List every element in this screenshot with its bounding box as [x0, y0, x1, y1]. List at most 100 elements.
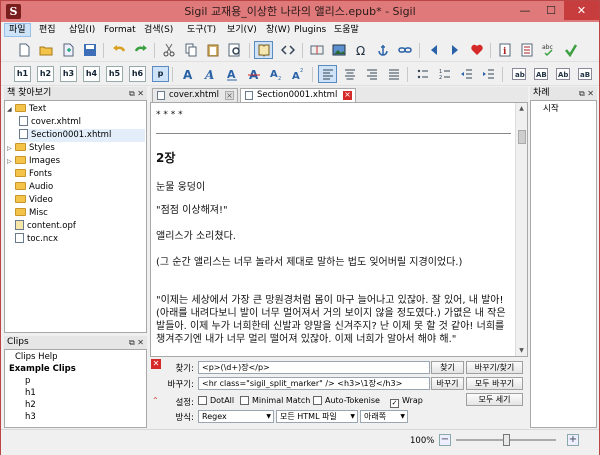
menu-tools[interactable]: 도구(T): [183, 23, 220, 37]
subscript-icon[interactable]: A2: [266, 65, 285, 83]
zoom-in-button[interactable]: +: [567, 434, 579, 446]
favorite-heart-icon[interactable]: [467, 41, 486, 59]
menu-format[interactable]: Format: [100, 23, 140, 37]
tree-item-content-opf[interactable]: content.opf: [15, 220, 76, 233]
underline-icon[interactable]: A: [222, 65, 241, 83]
indent-increase-icon[interactable]: [479, 65, 498, 83]
close-find-icon[interactable]: ✕: [151, 359, 161, 369]
menu-plugins[interactable]: Plugins: [290, 23, 330, 37]
spellcheck-icon[interactable]: abc: [539, 41, 558, 59]
add-file-icon[interactable]: [58, 41, 77, 59]
close-window-button[interactable]: ✕: [564, 1, 599, 20]
undo-icon[interactable]: [109, 41, 128, 59]
tab-close-icon[interactable]: ×: [225, 91, 234, 100]
titlecase-icon[interactable]: Ab: [553, 65, 572, 83]
validate-check-icon[interactable]: [561, 41, 580, 59]
book-view-icon[interactable]: [254, 41, 273, 59]
clip-group-example[interactable]: Example Clips: [9, 363, 76, 376]
book-view-editor[interactable]: * * * * 2장 눈물 웅덩이 "점점 이상해져!" 앨리스가 소리쳤다. …: [150, 102, 528, 357]
cut-icon[interactable]: [159, 41, 178, 59]
count-all-button[interactable]: 모두 세기: [466, 393, 523, 406]
dotall-checkbox[interactable]: DotAll: [198, 395, 234, 406]
search-mode-select[interactable]: Regex ▼: [198, 410, 274, 423]
capitalize-icon[interactable]: aB: [575, 65, 594, 83]
tree-item-misc-folder[interactable]: Misc: [7, 207, 48, 220]
collapse-chevron-icon[interactable]: ⌃: [152, 396, 159, 405]
save-icon[interactable]: [80, 41, 99, 59]
tree-item-audio-folder[interactable]: Audio: [7, 181, 53, 194]
special-char-icon[interactable]: Ω: [351, 41, 370, 59]
tree-item-toc-ncx[interactable]: toc.ncx: [15, 233, 58, 246]
tree-item-cover[interactable]: cover.xhtml: [19, 116, 81, 129]
insert-image-icon[interactable]: [329, 41, 348, 59]
toc-edit-icon[interactable]: [517, 41, 536, 59]
find-icon[interactable]: [225, 41, 244, 59]
tab-cover[interactable]: cover.xhtml ×: [152, 88, 238, 102]
heading-h5-button[interactable]: h5: [106, 66, 123, 82]
tree-item-section0001[interactable]: Section0001.xhtml: [19, 129, 145, 142]
new-file-icon[interactable]: [14, 41, 33, 59]
code-view-icon[interactable]: [278, 41, 297, 59]
next-file-icon[interactable]: [444, 41, 463, 59]
zoom-out-button[interactable]: −: [439, 434, 451, 446]
maximize-button[interactable]: ☐: [538, 1, 564, 20]
align-center-icon[interactable]: [340, 65, 359, 83]
align-justify-icon[interactable]: [384, 65, 403, 83]
align-left-icon[interactable]: [318, 65, 337, 83]
tree-item-fonts-folder[interactable]: Fonts: [7, 168, 52, 181]
align-right-icon[interactable]: [362, 65, 381, 83]
clips-controls[interactable]: ⧉ ✕: [129, 336, 144, 349]
clip-item-h3[interactable]: h3: [25, 411, 36, 424]
tree-item-images-folder[interactable]: ▷ Images: [7, 155, 60, 168]
lowercase-icon[interactable]: ab: [509, 65, 528, 83]
toc-item-start[interactable]: 시작: [543, 103, 559, 116]
tab-section0001[interactable]: Section0001.xhtml ×: [240, 88, 356, 102]
menu-file[interactable]: 파일: [4, 23, 31, 37]
bold-icon[interactable]: A: [178, 65, 197, 83]
toc-controls[interactable]: ⧉ ✕: [579, 87, 594, 100]
superscript-icon[interactable]: A2: [288, 65, 307, 83]
auto-tokenise-checkbox[interactable]: Auto-Tokenise: [313, 395, 380, 406]
heading-h1-button[interactable]: h1: [14, 66, 31, 82]
numbered-list-icon[interactable]: 12: [435, 65, 454, 83]
prev-file-icon[interactable]: [425, 41, 444, 59]
heading-h6-button[interactable]: h6: [129, 66, 146, 82]
redo-icon[interactable]: [131, 41, 150, 59]
heading-h3-button[interactable]: h3: [60, 66, 77, 82]
heading-h2-button[interactable]: h2: [37, 66, 54, 82]
paste-icon[interactable]: [203, 41, 222, 59]
search-scope-select[interactable]: 모든 HTML 파일 ▼: [276, 410, 358, 423]
anchor-icon[interactable]: [373, 41, 392, 59]
find-input[interactable]: <p>(\d+)장</p>: [198, 361, 430, 374]
tree-item-video-folder[interactable]: Video: [7, 194, 53, 207]
wrap-checkbox[interactable]: ✓ Wrap: [390, 395, 423, 408]
indent-decrease-icon[interactable]: [457, 65, 476, 83]
copy-icon[interactable]: [181, 41, 200, 59]
paragraph-p-button[interactable]: p: [152, 66, 169, 82]
replace-button[interactable]: 바꾸기: [431, 377, 464, 390]
menu-edit[interactable]: 편집: [35, 23, 60, 37]
tree-item-text-folder[interactable]: ◢ Text: [7, 103, 46, 116]
link-icon[interactable]: [395, 41, 414, 59]
book-browser-controls[interactable]: ⧉ ✕: [129, 87, 144, 100]
strikethrough-icon[interactable]: A: [244, 65, 263, 83]
menu-help[interactable]: 도움말: [330, 23, 363, 37]
tab-close-icon[interactable]: ×: [343, 91, 352, 100]
zoom-slider-track[interactable]: [456, 434, 556, 446]
search-direction-select[interactable]: 아래쪽 ▼: [360, 410, 408, 423]
metadata-icon[interactable]: i: [495, 41, 514, 59]
replace-all-button[interactable]: 모두 바꾸기: [466, 377, 523, 390]
open-folder-icon[interactable]: [36, 41, 55, 59]
zoom-slider-thumb[interactable]: [503, 434, 510, 446]
heading-h4-button[interactable]: h4: [83, 66, 100, 82]
editor-scrollbar[interactable]: ▲ ▼: [515, 103, 527, 356]
scrollbar-thumb[interactable]: [518, 130, 526, 144]
minimize-button[interactable]: —: [512, 1, 538, 20]
menu-view[interactable]: 보기(V): [223, 23, 261, 37]
scroll-down-icon[interactable]: ▼: [516, 345, 527, 356]
italic-icon[interactable]: A: [200, 65, 219, 83]
split-marker-icon[interactable]: [307, 41, 326, 59]
tree-item-styles-folder[interactable]: ▷ Styles: [7, 142, 55, 155]
menu-search[interactable]: 검색(S): [140, 23, 177, 37]
uppercase-icon[interactable]: AB: [531, 65, 550, 83]
